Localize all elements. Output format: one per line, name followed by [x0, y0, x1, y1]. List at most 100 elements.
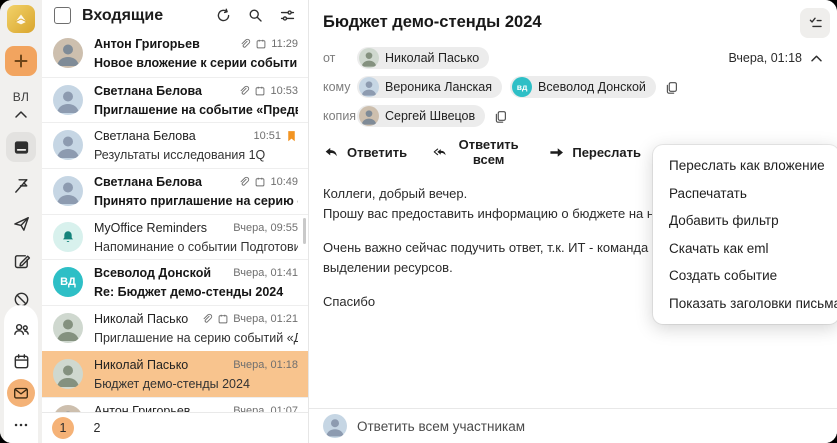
- folder-title: Входящие: [82, 6, 164, 24]
- initials-avatar: вд: [512, 77, 533, 97]
- nav-more[interactable]: [7, 411, 35, 439]
- to-row: кому Вероника Ланская вд Всеволод Донско…: [323, 76, 823, 98]
- compose-new-button[interactable]: [5, 46, 37, 76]
- cc-chip[interactable]: Сергей Швецов: [357, 105, 486, 127]
- recipient-chip[interactable]: Вероника Ланская: [357, 76, 503, 98]
- list-header: Входящие: [42, 0, 308, 31]
- dots-horizontal-icon: [14, 423, 28, 427]
- recipient-chip[interactable]: вд Всеволод Донской: [510, 76, 656, 98]
- search-button[interactable]: [247, 7, 264, 24]
- tune-icon: [280, 10, 295, 21]
- email-row[interactable]: ВД Всеволод Донской Вчера, 01:41 Re: Бюд…: [42, 259, 308, 305]
- avatar: [359, 48, 379, 68]
- select-all-checkbox[interactable]: [54, 7, 71, 24]
- avatar: [53, 358, 83, 389]
- page-2-button[interactable]: 2: [86, 417, 108, 439]
- email-row-selected[interactable]: Николай Пасько Вчера, 01:18 Бюджет демо-…: [42, 350, 308, 397]
- avatar: [359, 106, 379, 126]
- mail-app-window: ВЛ Входящие Антон Григорьев 11:29 Новое …: [0, 0, 837, 443]
- message-panel: Бюджет демо-стенды 2024 от Николай Паськ…: [309, 0, 837, 443]
- attachment-icon: [201, 313, 213, 325]
- avatar: [53, 176, 83, 207]
- calendar-icon: [254, 85, 266, 97]
- reply-button[interactable]: Ответить: [323, 145, 407, 160]
- search-icon: [249, 9, 262, 22]
- refresh-button[interactable]: [215, 7, 232, 24]
- list-scrollbar-thumb[interactable]: [303, 218, 306, 244]
- calendar-icon: [14, 353, 28, 368]
- menu-item-add-filter[interactable]: Добавить фильтр: [653, 207, 837, 235]
- pagination: 1 2: [42, 412, 308, 443]
- menu-item-forward-as-attachment[interactable]: Переслать как вложение: [653, 152, 837, 180]
- calendar-icon: [254, 176, 266, 188]
- user-initials[interactable]: ВЛ: [13, 90, 30, 104]
- sidebar-item-sent[interactable]: [6, 208, 36, 238]
- message-context-menu: Переслать как вложение Распечатать Добав…: [653, 145, 837, 324]
- nav-calendar[interactable]: [7, 347, 35, 375]
- checklist-icon: [809, 17, 822, 27]
- cc-label: копия: [323, 109, 357, 123]
- copy-icon: [666, 81, 677, 94]
- sidebar-item-inbox[interactable]: [6, 132, 36, 162]
- email-row[interactable]: Светлана Белова 10:51 Результаты исследо…: [42, 122, 308, 168]
- avatar: [359, 77, 379, 97]
- avatar: [53, 84, 83, 115]
- email-row[interactable]: Антон Григорьев 11:29 Новое вложение к с…: [42, 31, 308, 77]
- bell-icon: [63, 230, 73, 242]
- nav-mail[interactable]: [7, 379, 35, 407]
- bookmark-flag-icon[interactable]: [285, 129, 298, 143]
- cc-row: копия Сергей Швецов: [323, 105, 823, 127]
- inbox-icon: [14, 140, 28, 154]
- checklist-button[interactable]: [800, 8, 830, 38]
- initials-avatar: ВД: [53, 267, 83, 298]
- avatar: [53, 130, 83, 161]
- calendar-icon: [255, 38, 267, 50]
- app-rail: ВЛ: [0, 0, 42, 443]
- from-label: от: [323, 51, 336, 65]
- sidebar-item-flagged[interactable]: [6, 170, 36, 200]
- calendar-icon: [217, 313, 229, 325]
- envelope-icon: [14, 387, 28, 399]
- avatar: [53, 38, 83, 68]
- forward-button[interactable]: Переслать: [548, 145, 641, 160]
- flag-icon: [14, 178, 27, 193]
- email-row[interactable]: Светлана Белова 10:53 Приглашение на соб…: [42, 76, 308, 123]
- app-logo-icon[interactable]: [7, 5, 35, 33]
- menu-item-print[interactable]: Распечатать: [653, 180, 837, 208]
- quick-reply-placeholder: Ответить всем участникам: [357, 418, 525, 434]
- current-user-avatar: [323, 414, 347, 438]
- copy-icon: [495, 110, 507, 123]
- email-list-panel: Входящие Антон Григорьев 11:29 Новое вло…: [42, 0, 309, 443]
- reply-all-icon: [433, 148, 446, 155]
- sender-chip[interactable]: Николай Пасько: [357, 47, 490, 69]
- message-subject: Бюджет демо-стенды 2024: [323, 13, 542, 31]
- menu-item-download-eml[interactable]: Скачать как eml: [653, 235, 837, 263]
- refresh-icon: [217, 8, 230, 22]
- page-1-button[interactable]: 1: [52, 417, 74, 439]
- reply-all-button[interactable]: Ответить всем: [433, 137, 522, 167]
- menu-item-create-event[interactable]: Создать событие: [653, 262, 837, 290]
- message-date: Вчера, 01:18: [728, 51, 802, 65]
- collapse-account-chevron-icon[interactable]: [6, 106, 36, 124]
- avatar: [53, 313, 83, 344]
- rail-bottom-group: [4, 305, 38, 443]
- plus-icon: [14, 54, 28, 68]
- copy-cc-button[interactable]: [493, 109, 508, 124]
- collapse-message-chevron-icon[interactable]: [810, 54, 823, 63]
- from-row: от Николай Пасько Вчера, 01:18: [323, 47, 823, 69]
- email-row[interactable]: Светлана Белова 10:49 Принято приглашени…: [42, 168, 308, 214]
- email-rows: Антон Григорьев 11:29 Новое вложение к с…: [42, 31, 308, 443]
- menu-item-show-headers[interactable]: Показать заголовки письма: [653, 290, 837, 318]
- email-row[interactable]: MyOffice Reminders Вчера, 09:55 Напомина…: [42, 213, 308, 260]
- email-row[interactable]: Николай Пасько Вчера, 01:21 Приглашение …: [42, 305, 308, 351]
- copy-recipients-button[interactable]: [664, 80, 679, 95]
- sidebar-item-drafts[interactable]: [6, 246, 36, 276]
- nav-contacts[interactable]: [7, 315, 35, 343]
- attachment-icon: [238, 176, 250, 188]
- forward-arrow-icon: [550, 147, 564, 157]
- filter-button[interactable]: [279, 7, 296, 24]
- reminders-avatar: [53, 221, 83, 252]
- message-meta: от Николай Пасько Вчера, 01:18 кому Веро…: [323, 47, 823, 127]
- quick-reply-bar[interactable]: Ответить всем участникам: [309, 408, 837, 443]
- reply-icon: [325, 147, 337, 156]
